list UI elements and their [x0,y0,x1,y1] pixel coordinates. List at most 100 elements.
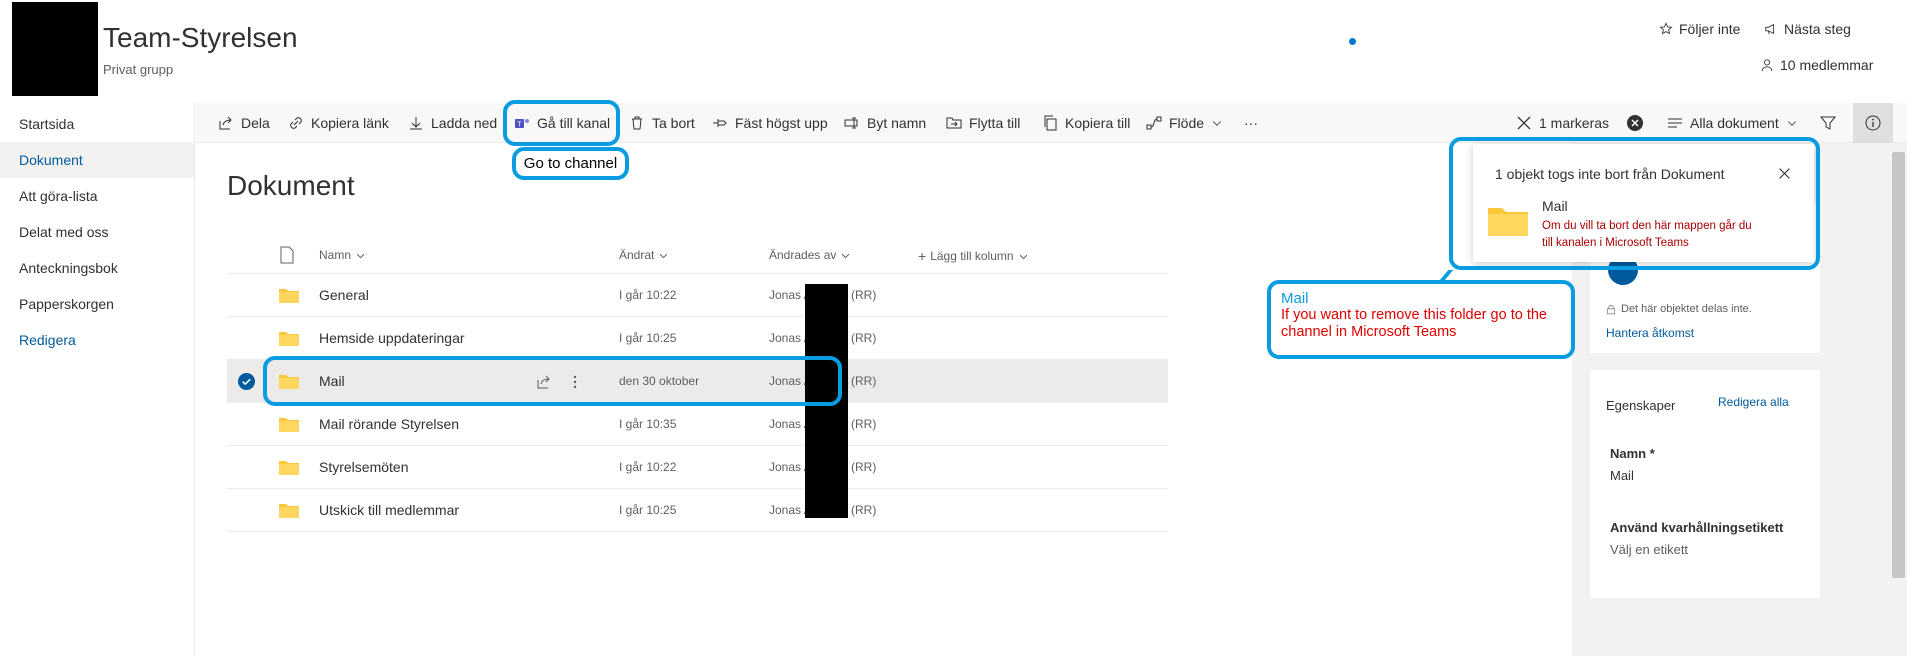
go-to-channel-callout-text: Go to channel [523,155,618,172]
properties-card: Egenskaper Redigera alla Namn * Mail Anv… [1590,370,1820,598]
row-modified: I går 10:25 [619,503,677,517]
nav-item-home[interactable]: Startsida [0,106,194,142]
download-button[interactable]: Ladda ned [408,103,497,143]
row-name[interactable]: General [319,287,369,303]
delete-label: Ta bort [652,115,695,131]
nav-item-todo[interactable]: Att göra-lista [0,178,194,214]
row-name[interactable]: Hemside uppdateringar [319,330,465,346]
row-modified-by-suffix: (RR) [851,288,877,302]
row-modified: I går 10:35 [619,417,677,431]
row-name[interactable]: Utskick till medlemmar [319,502,459,518]
megaphone-icon [1765,23,1775,35]
info-icon [1865,115,1881,131]
row-name[interactable]: Mail rörande Styrelsen [319,416,459,432]
move-button[interactable]: Flytta till [946,103,1020,143]
list-icon [1668,118,1682,128]
chevron-down-icon [1212,121,1222,126]
mail-callout: Mail If you want to remove this folder g… [1267,280,1575,359]
rename-button[interactable]: Byt namn [844,103,926,143]
table-row[interactable]: Utskick till medlemmar I går 10:25 Jonas… [227,489,1168,532]
share-label: Dela [241,115,270,131]
filter-icon [1820,116,1836,130]
download-label: Ladda ned [431,115,498,131]
row-modified: I går 10:22 [619,460,677,474]
checkmark-circle-icon[interactable] [238,373,255,390]
column-name[interactable]: Namn [319,248,366,262]
info-pane-button[interactable] [1853,103,1893,143]
scrollbar[interactable] [1892,152,1905,578]
row-modified-by-suffix: (RR) [851,460,877,474]
row-modified-by-suffix: (RR) [851,503,877,517]
table-row[interactable]: General I går 10:22 Jonas A (RR) [227,274,1168,317]
nav-item-edit[interactable]: Redigera [0,322,194,358]
close-icon [1517,116,1531,130]
view-label: Alla dokument [1690,115,1779,131]
follow-label: Följer inte [1679,21,1741,37]
retention-select[interactable]: Välj en etikett [1610,542,1688,557]
download-icon [410,117,422,130]
share-icon [219,116,232,130]
row-modified-by-suffix: (RR) [851,417,877,431]
next-step-button[interactable]: Nästa steg [1764,21,1851,37]
chevron-down-icon [356,253,365,258]
copy-label: Kopiera till [1065,115,1131,131]
nav-item-notebook[interactable]: Anteckningsbok [0,250,194,286]
pin-icon [713,119,727,127]
row-modified-by-suffix: (RR) [851,331,877,345]
more-label: ··· [1244,115,1258,131]
more-button[interactable]: ··· [1244,103,1258,143]
nav-item-documents[interactable]: Dokument [0,142,194,178]
library-title: Dokument [227,170,355,201]
add-column-button[interactable]: + Lägg till kolumn [918,248,1029,264]
members-label: 10 medlemmar [1780,57,1874,73]
mail-row-highlight [263,356,842,406]
person-icon [1761,59,1773,72]
copy-link-label: Kopiera länk [311,115,389,131]
move-label: Flytta till [969,115,1021,131]
name-field-value[interactable]: Mail [1610,468,1634,483]
not-shared-text: Det här objektet delas inte. [1621,303,1752,315]
rename-label: Byt namn [867,115,927,131]
site-subtitle: Privat grupp [103,62,174,77]
next-step-label: Nästa steg [1784,21,1851,37]
table-row[interactable]: Styrelsemöten I går 10:22 Jonas A (RR) [227,446,1168,489]
add-column-label: Lägg till kolumn [930,249,1014,263]
popup-highlight [1449,137,1820,270]
chevron-down-icon [1787,121,1796,126]
delete-button[interactable]: Ta bort [629,103,695,143]
site-logo [12,2,98,96]
file-type-icon [280,246,294,264]
go-to-channel-callout: Go to channel [512,147,629,180]
link-icon [290,117,302,129]
left-navigation: Startsida Dokument Att göra-lista Delat … [0,103,195,656]
indicator-dot [1349,38,1356,45]
trash-icon [632,116,642,130]
column-modified-by-label: Ändrades av [769,248,837,262]
table-row[interactable]: Hemside uppdateringar I går 10:25 Jonas … [227,317,1168,360]
filter-button[interactable] [1820,103,1836,143]
manage-access-link[interactable]: Hantera åtkomst [1606,326,1694,340]
copy-button[interactable]: Kopiera till [1042,103,1130,143]
pin-button[interactable]: Fäst högst upp [712,103,828,143]
plus-icon: + [918,248,927,264]
nav-item-shared[interactable]: Delat med oss [0,214,194,250]
column-modified[interactable]: Ändrat [619,248,669,262]
mail-callout-text: If you want to remove this folder go to … [1281,307,1547,340]
follow-button[interactable]: Följer inte [1659,21,1740,37]
selected-count: 1 markeras [1539,115,1610,131]
column-modified-label: Ändrat [619,248,655,262]
rename-icon [844,117,858,129]
members-button[interactable]: 10 medlemmar [1760,57,1873,73]
copy-link-button[interactable]: Kopiera länk [288,103,389,143]
row-name[interactable]: Styrelsemöten [319,459,408,475]
chevron-down-icon [660,253,668,258]
lock-icon [1606,304,1616,314]
row-modified-by-suffix: (RR) [851,374,877,388]
nav-item-recycle-bin[interactable]: Papperskorgen [0,286,194,322]
share-button[interactable]: Dela [218,103,270,143]
pin-label: Fäst högst upp [735,115,828,131]
edit-all-link[interactable]: Redigera alla [1718,395,1789,409]
column-modified-by[interactable]: Ändrades av [769,248,851,262]
flow-button[interactable]: Flöde [1146,103,1223,143]
table-row[interactable]: Mail rörande Styrelsen I går 10:35 Jonas… [227,403,1168,446]
